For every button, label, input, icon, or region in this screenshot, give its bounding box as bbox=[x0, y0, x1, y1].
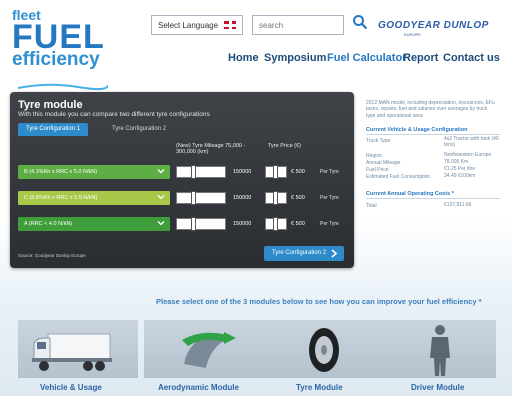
slider-handle[interactable] bbox=[273, 191, 278, 205]
slider-handle[interactable] bbox=[273, 165, 278, 179]
divider bbox=[366, 198, 500, 199]
price-slider-row-2[interactable] bbox=[265, 191, 287, 205]
nav-contact-us[interactable]: Contact us bbox=[443, 52, 500, 64]
aerodynamic-fairing-icon bbox=[182, 332, 236, 368]
module-label-driver[interactable]: Driver Module bbox=[411, 383, 464, 392]
price-value: € 500 bbox=[291, 221, 305, 227]
tab-tyre-configuration-2[interactable]: Tyre Configuration 2 bbox=[104, 123, 174, 136]
usage-key: Estimated Fuel Consumption bbox=[366, 174, 431, 180]
slider-handle[interactable] bbox=[190, 191, 196, 205]
usage-value: Northwestern Europe bbox=[444, 152, 492, 158]
column-header-price: Tyre Price (€) bbox=[268, 143, 302, 149]
mileage-slider-row-2[interactable] bbox=[176, 191, 226, 205]
truck-icon bbox=[32, 333, 112, 371]
tyre-select-label: A (RRC < 4.0 N/kN) bbox=[24, 221, 73, 227]
per-tyre-label: Per Tyre bbox=[320, 221, 339, 227]
tyre-select-row-3[interactable]: A (RRC < 4.0 N/kN) bbox=[18, 217, 170, 231]
mileage-value: 150000 bbox=[233, 195, 252, 201]
usage-value: 78.000 Km bbox=[444, 159, 469, 165]
search-input[interactable] bbox=[252, 15, 344, 35]
price-slider-row-1[interactable] bbox=[265, 165, 287, 179]
usage-key: Annual Mileage bbox=[366, 160, 401, 166]
usage-value: 34.49 l/100km bbox=[444, 173, 476, 179]
uk-flag-icon bbox=[223, 20, 238, 31]
module-label-vehicle-usage[interactable]: Vehicle & Usage bbox=[40, 383, 102, 392]
nav-home[interactable]: Home bbox=[228, 52, 259, 64]
nav-symposium[interactable]: Symposium bbox=[264, 52, 326, 64]
driver-icon bbox=[430, 325, 450, 376]
module-selection-prompt: Please select one of the 3 modules below… bbox=[156, 297, 482, 306]
tyre-select-label: B (4.1%Kh x RRC x 5.0 N/kN) bbox=[24, 169, 98, 175]
mileage-slider-row-3[interactable] bbox=[176, 217, 226, 231]
chevron-right-icon bbox=[331, 249, 338, 258]
per-tyre-label: Per Tyre bbox=[320, 195, 339, 201]
cost-basis-note: 2012 MAN model, including depreciation, … bbox=[366, 100, 495, 119]
tab-tyre-configuration-1[interactable]: Tyre Configuration 1 bbox=[18, 123, 89, 136]
chevron-down-icon bbox=[157, 169, 165, 174]
goodyear-dunlop-region: EUROPE bbox=[404, 32, 421, 37]
tyre-select-label: C (5.5%Kh x RRC x 5.5 N/kN) bbox=[24, 195, 98, 201]
usage-key: Fuel Price bbox=[366, 167, 389, 173]
mileage-value: 150000 bbox=[233, 221, 252, 227]
module-card-driver[interactable] bbox=[384, 320, 496, 378]
slider-handle[interactable] bbox=[190, 217, 196, 231]
column-header-mileage: (New) Tyre Mileage 75,000 - 300,000 (km) bbox=[176, 143, 246, 156]
usage-key: Region bbox=[366, 153, 382, 159]
divider bbox=[366, 134, 500, 135]
mileage-value: 150000 bbox=[233, 169, 252, 175]
logo-line-efficiency: efficiency bbox=[12, 49, 100, 70]
slider-handle[interactable] bbox=[273, 217, 278, 231]
tyre-select-row-2[interactable]: C (5.5%Kh x RRC x 5.5 N/kN) bbox=[18, 191, 170, 205]
search-icon[interactable] bbox=[352, 14, 368, 30]
price-slider-row-3[interactable] bbox=[265, 217, 287, 231]
module-card-vehicle-usage[interactable] bbox=[18, 320, 138, 378]
chevron-down-icon bbox=[157, 195, 165, 200]
price-value: € 500 bbox=[291, 169, 305, 175]
mileage-slider-row-1[interactable] bbox=[176, 165, 226, 179]
module-card-tyre[interactable] bbox=[264, 320, 384, 378]
nav-report[interactable]: Report bbox=[403, 52, 438, 64]
tyre-select-row-1[interactable]: B (4.1%Kh x RRC x 5.0 N/kN) bbox=[18, 165, 170, 179]
panel-subtitle: With this module you can compare two dif… bbox=[18, 111, 210, 118]
logo-swoosh-icon bbox=[18, 83, 108, 91]
operating-costs-header: Current Annual Operating Costs * bbox=[366, 191, 454, 197]
panel-title: Tyre module bbox=[18, 99, 83, 111]
chevron-down-icon bbox=[157, 221, 165, 226]
usage-value: 4x2 Tractor with tank (40 tons) bbox=[444, 136, 499, 148]
total-cost-label: Total bbox=[366, 203, 377, 209]
usage-key: Truck Type bbox=[366, 138, 391, 144]
total-cost-value: €137,511.66 bbox=[444, 202, 472, 208]
tyre-configuration-2-button[interactable]: Tyre Configuration 2 bbox=[264, 246, 344, 261]
language-select[interactable]: Select Language bbox=[151, 15, 243, 35]
module-label-tyre[interactable]: Tyre Module bbox=[296, 383, 343, 392]
module-card-aerodynamic[interactable] bbox=[144, 320, 264, 378]
per-tyre-label: Per Tyre bbox=[320, 169, 339, 175]
nav-fuel-calculator[interactable]: Fuel Calculator bbox=[327, 52, 406, 64]
tyre-module-panel: Tyre module With this module you can com… bbox=[10, 92, 354, 268]
language-select-label: Select Language bbox=[158, 21, 219, 30]
tyre-configuration-2-label: Tyre Configuration 2 bbox=[272, 250, 327, 256]
usage-config-header: Current Vehicle & Usage Configuration bbox=[366, 127, 468, 133]
usage-value: €1.25 Per litre bbox=[444, 166, 476, 172]
price-value: € 500 bbox=[291, 195, 305, 201]
slider-handle[interactable] bbox=[190, 165, 196, 179]
module-label-aerodynamic[interactable]: Aerodynamic Module bbox=[158, 383, 239, 392]
tyre-icon bbox=[309, 328, 339, 372]
source-note: Source: Goodyear Dunlop Europe bbox=[18, 253, 86, 258]
goodyear-dunlop-logo: GOODYEAR DUNLOP bbox=[378, 20, 489, 31]
fleet-fuel-efficiency-logo[interactable]: fleet FUEL efficiency bbox=[12, 8, 105, 69]
